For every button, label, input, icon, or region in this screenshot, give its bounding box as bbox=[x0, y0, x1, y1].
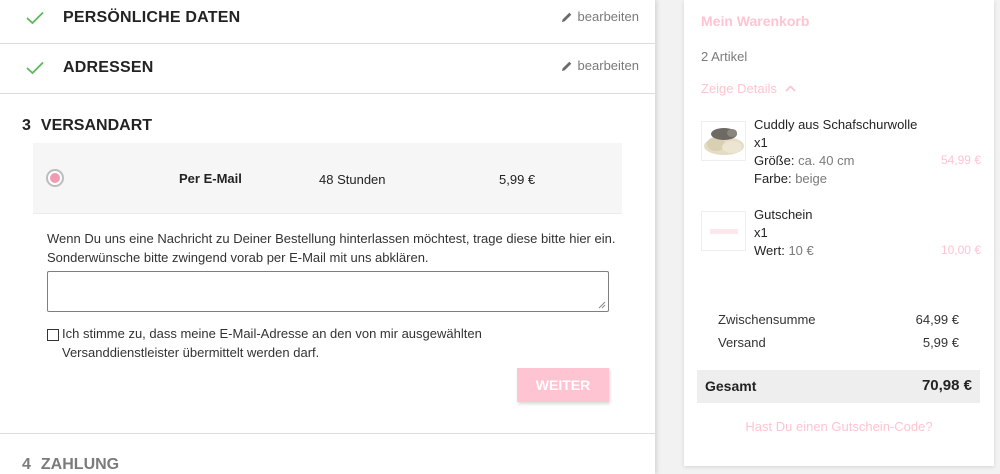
order-message-textarea[interactable] bbox=[47, 271, 609, 312]
item-attribute: Größe: ca. 40 cm bbox=[754, 153, 855, 168]
item-quantity: x1 bbox=[754, 225, 768, 240]
item-price: 10,00 € bbox=[940, 243, 981, 257]
resize-grip-icon[interactable] bbox=[598, 301, 606, 309]
divider bbox=[0, 433, 655, 434]
total-row: Gesamt 70,98 € bbox=[697, 370, 980, 403]
item-name: Cuddly aus Schafschurwolle bbox=[754, 117, 918, 132]
edit-label: bearbeiten bbox=[577, 58, 639, 73]
checkout-panel: PERSÖNLICHE DATEN bearbeiten ADRESSEN be… bbox=[0, 0, 655, 474]
shipping-option-radio[interactable] bbox=[46, 169, 64, 187]
edit-label: bearbeiten bbox=[577, 9, 639, 24]
cart-item-count: 2 Artikel bbox=[701, 49, 748, 64]
shipping-option-name: Per E-Mail bbox=[179, 171, 242, 186]
shipping-cost-label: Versand bbox=[718, 335, 766, 350]
details-label: Zeige Details bbox=[701, 81, 777, 96]
edit-addresses-link[interactable]: bearbeiten bbox=[561, 58, 639, 73]
continue-button[interactable]: WEITER bbox=[517, 368, 609, 402]
item-attribute: Farbe: beige bbox=[754, 171, 828, 186]
payment-step-heading: 4 ZAHLUNG bbox=[22, 456, 119, 474]
pencil-icon bbox=[561, 12, 571, 22]
item-name: Gutschein bbox=[754, 207, 813, 222]
subtotal-row: Zwischensumme 64,99 € bbox=[718, 312, 959, 327]
step-number: 3 bbox=[22, 117, 31, 134]
shipping-option-row[interactable]: Per E-Mail 48 Stunden 5,99 € bbox=[33, 143, 622, 214]
step-personal-data: PERSÖNLICHE DATEN bearbeiten bbox=[0, 0, 655, 44]
item-quantity: x1 bbox=[754, 135, 768, 150]
edit-personal-data-link[interactable]: bearbeiten bbox=[561, 9, 639, 24]
total-label: Gesamt bbox=[705, 378, 757, 394]
checkmark-icon bbox=[26, 11, 44, 25]
item-details: Gutschein x1 Wert: 10 € bbox=[754, 206, 814, 260]
step-title: ADRESSEN bbox=[63, 59, 154, 76]
shipping-option-price: 5,99 € bbox=[499, 172, 536, 187]
item-details: Cuddly aus Schafschurwolle x1 Größe: ca.… bbox=[754, 116, 917, 188]
shipping-cost-row: Versand 5,99 € bbox=[718, 335, 959, 350]
step-addresses: ADRESSEN bearbeiten bbox=[0, 44, 655, 94]
cart-title: Mein Warenkorb bbox=[701, 13, 810, 29]
voucher-image bbox=[702, 212, 745, 250]
step-number: 4 bbox=[22, 456, 31, 473]
sheep-wool-image bbox=[702, 122, 745, 160]
shipping-step-heading: 3 VERSANDART bbox=[22, 117, 152, 135]
shipping-option-time: 48 Stunden bbox=[319, 172, 386, 187]
chevron-up-icon bbox=[785, 85, 796, 92]
voucher-thumbnail[interactable] bbox=[701, 211, 746, 251]
checkmark-icon bbox=[26, 61, 44, 75]
message-instructions: Wenn Du uns eine Nachricht zu Deiner Bes… bbox=[47, 231, 616, 265]
product-thumbnail[interactable] bbox=[701, 121, 746, 161]
step-title: VERSANDART bbox=[40, 117, 153, 134]
item-attribute: Wert: 10 € bbox=[754, 243, 814, 258]
toggle-details-link[interactable]: Zeige Details bbox=[701, 81, 796, 96]
subtotal-label: Zwischensumme bbox=[718, 312, 816, 327]
cart-panel: Mein Warenkorb 2 Artikel Zeige Details C… bbox=[684, 0, 994, 466]
shipping-cost-value: 5,99 € bbox=[922, 335, 959, 350]
agreement-checkbox[interactable] bbox=[47, 329, 59, 341]
total-value: 70,98 € bbox=[921, 377, 972, 394]
subtotal-value: 64,99 € bbox=[915, 312, 959, 327]
item-price: 54,99 € bbox=[940, 153, 981, 167]
agreement-label: Ich stimme zu, dass meine E-Mail-Adresse… bbox=[62, 326, 482, 360]
voucher-code-link[interactable]: Hast Du einen Gutschein-Code? bbox=[684, 419, 994, 434]
step-title: PERSÖNLICHE DATEN bbox=[63, 9, 241, 26]
step-title: ZAHLUNG bbox=[40, 456, 120, 473]
pencil-icon bbox=[561, 61, 571, 71]
